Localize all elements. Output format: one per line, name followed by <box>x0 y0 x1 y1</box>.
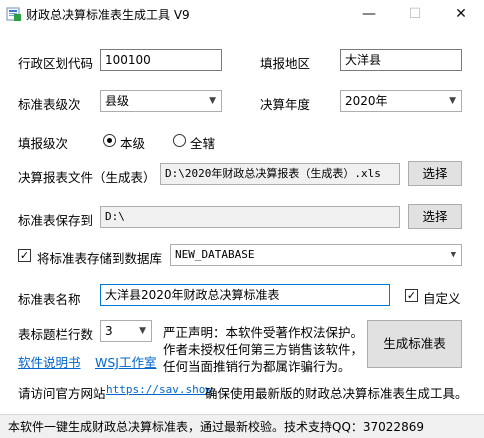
store-db-checkbox[interactable]: ✓ <box>18 249 31 262</box>
std-name-input[interactable]: 大洋县2020年财政总决算标准表 <box>100 284 390 306</box>
studio-link[interactable]: WSJ工作室 <box>95 352 156 371</box>
year-value: 2020年 <box>345 94 388 108</box>
header-rows-select[interactable]: 3 ▼ <box>100 320 152 342</box>
header-rows-value: 3 <box>105 324 113 338</box>
visit-prefix: 请访问官方网站 <box>18 386 106 401</box>
std-level-label: 标准表级次 <box>18 97 81 112</box>
store-db-label: 将标准表存储到数据库 <box>37 251 163 266</box>
report-file-label: 决算报表文件（生成表） <box>18 170 156 185</box>
window-title: 财政总决算标准表生成工具 V9 <box>26 8 190 22</box>
minimize-button[interactable]: — <box>346 0 392 29</box>
std-name-label: 标准表名称 <box>18 292 81 307</box>
chevron-down-icon: ▼ <box>450 250 456 260</box>
official-site-link[interactable]: https://sav.show <box>106 383 212 396</box>
maximize-button[interactable]: ☐ <box>392 0 438 29</box>
chevron-down-icon: ▼ <box>139 326 146 336</box>
database-value: NEW_DATABASE <box>175 248 255 261</box>
generate-button[interactable]: 生成标准表 <box>367 320 462 368</box>
radio-all[interactable] <box>173 134 186 147</box>
chevron-down-icon: ▼ <box>209 96 216 106</box>
header-rows-label: 表标题栏行数 <box>18 327 94 342</box>
manual-link[interactable]: 软件说明书 <box>18 352 81 371</box>
app-icon <box>6 7 21 21</box>
fill-level-label: 填报级次 <box>18 136 69 151</box>
database-select[interactable]: NEW_DATABASE ▼ <box>170 244 462 266</box>
save-to-label: 标准表保存到 <box>18 213 94 228</box>
region-code-input[interactable]: 100100 <box>100 49 222 71</box>
choose-save-dir-button[interactable]: 选择 <box>408 204 462 229</box>
year-select[interactable]: 2020年 ▼ <box>340 90 462 112</box>
chevron-down-icon: ▼ <box>449 96 456 106</box>
report-file-input[interactable]: D:\2020年财政总决算报表（生成表）.xls <box>160 163 400 185</box>
choose-report-file-button[interactable]: 选择 <box>408 161 462 186</box>
save-to-input[interactable]: D:\ <box>100 206 400 228</box>
radio-this-level-label: 本级 <box>120 136 146 151</box>
visit-suffix: 确保使用最新版的财政总决算标准表生成工具。 <box>205 386 468 401</box>
close-button[interactable]: ✕ <box>438 0 484 29</box>
custom-checkbox[interactable]: ✓ <box>405 289 418 302</box>
fill-area-label: 填报地区 <box>260 56 311 71</box>
std-level-select[interactable]: 县级 ▼ <box>100 90 222 112</box>
declaration-line-3: 任何当面推销行为都属诈骗行为。 <box>163 359 351 374</box>
std-level-value: 县级 <box>105 94 130 108</box>
status-text: 本软件一键生成财政总决算标准表，通过最新校验。技术支持QQ：37022869 <box>8 420 424 434</box>
year-label: 决算年度 <box>260 97 311 112</box>
radio-this-level[interactable] <box>103 134 116 147</box>
region-code-label: 行政区划代码 <box>18 56 94 71</box>
radio-all-label: 全辖 <box>190 136 216 151</box>
custom-label: 自定义 <box>423 291 461 306</box>
fill-area-input[interactable]: 大洋县 <box>340 49 462 71</box>
